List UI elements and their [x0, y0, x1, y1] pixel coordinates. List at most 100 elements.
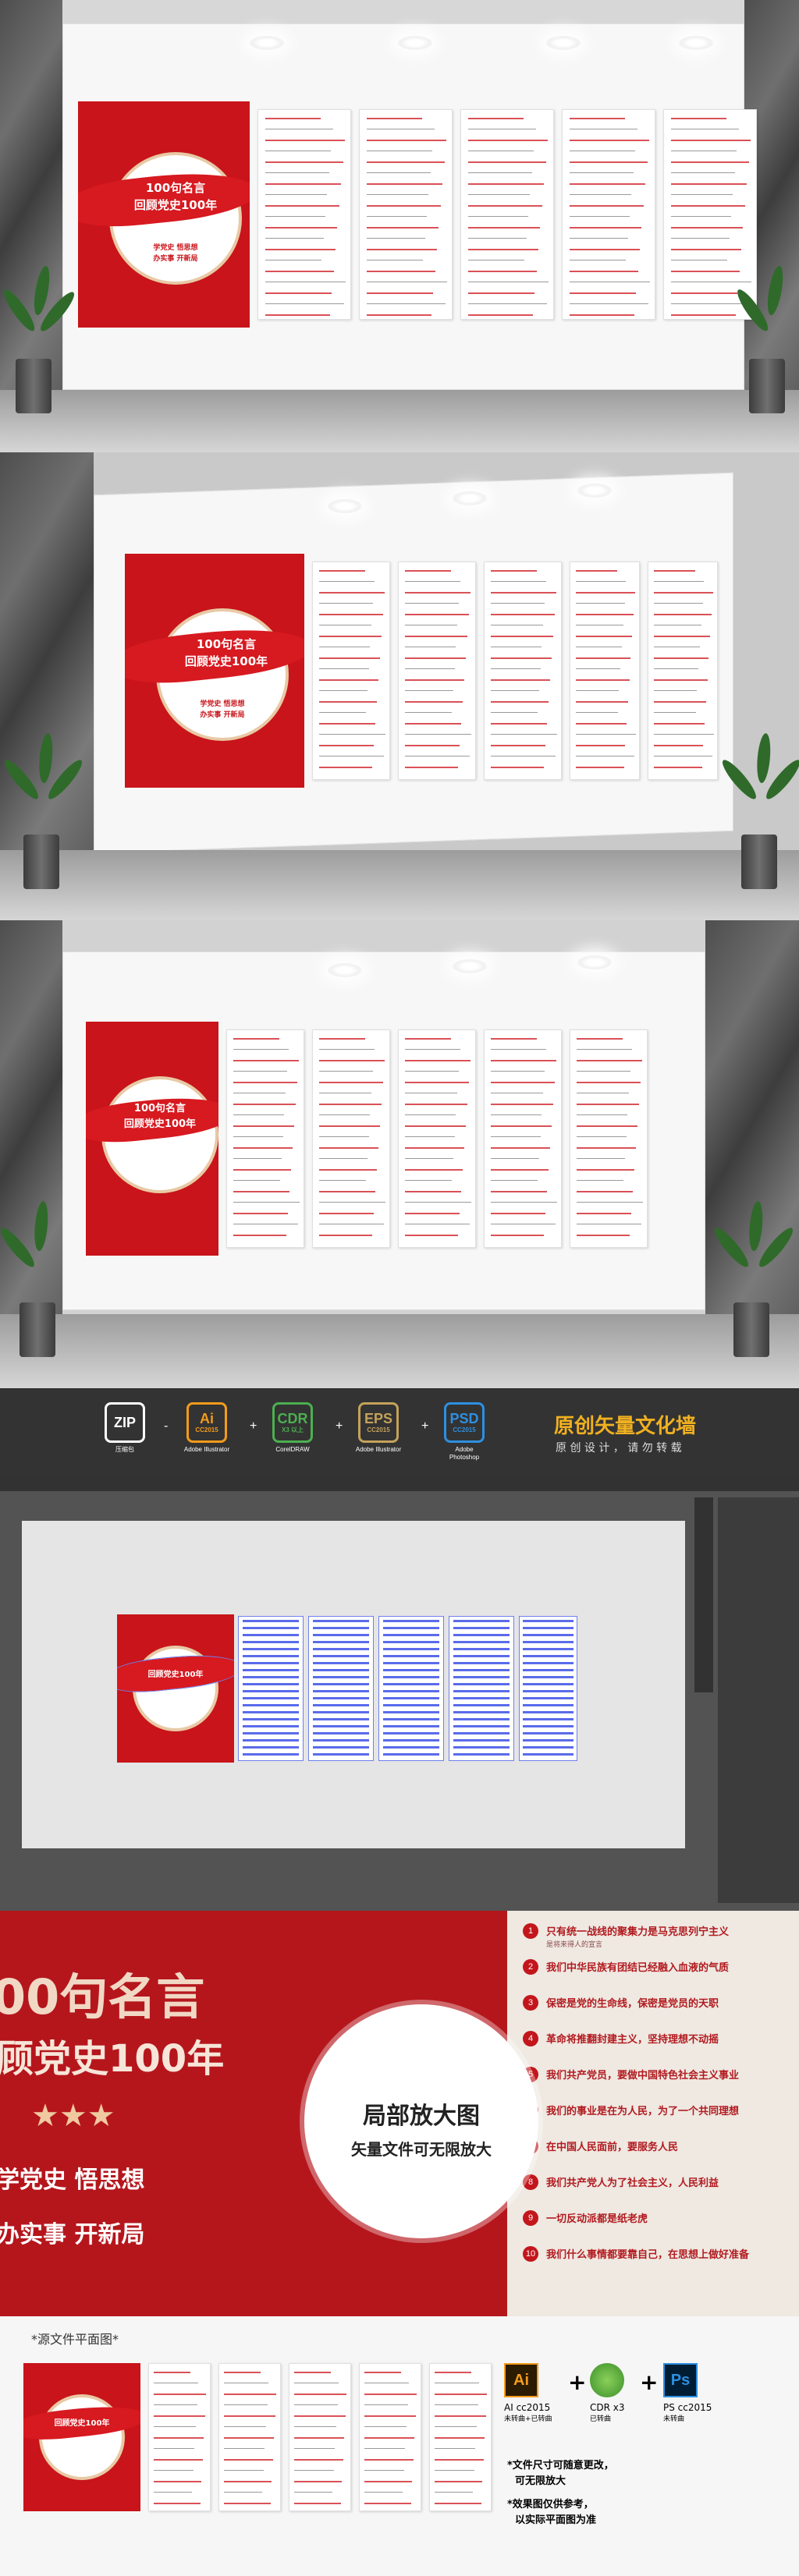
text-line — [468, 292, 535, 294]
format-zip-label: 压缩包 — [115, 1446, 134, 1453]
plant-right — [702, 1170, 799, 1357]
selected-text-line — [382, 1627, 440, 1629]
ps-icon: Ps — [663, 2363, 698, 2397]
plus-sign: + — [421, 1419, 429, 1433]
text-line — [318, 701, 378, 703]
zoom-slogan-1: 学党史 悟思想 — [0, 2167, 145, 2194]
text-line — [404, 767, 459, 768]
text-line — [224, 2470, 264, 2471]
text-line — [576, 657, 631, 659]
selected-text-line — [453, 1753, 510, 1756]
text-line — [435, 2426, 478, 2427]
selected-text-line — [453, 1620, 510, 1622]
text-line — [404, 603, 460, 604]
text-line — [318, 668, 369, 669]
text-line — [576, 712, 618, 713]
text-line — [265, 292, 332, 294]
text-line — [224, 2437, 275, 2439]
text-line — [576, 756, 634, 757]
text-line — [154, 2470, 194, 2471]
text-line — [364, 2426, 407, 2427]
minus-sign: - — [164, 1419, 169, 1433]
selected-text-line — [312, 1634, 370, 1636]
selected-text-line — [242, 1739, 300, 1742]
text-line — [404, 1235, 459, 1236]
selected-column — [378, 1616, 444, 1761]
text-line — [404, 701, 463, 703]
text-line — [576, 1104, 640, 1105]
quote-column — [312, 562, 390, 780]
selected-text-line — [523, 1697, 574, 1699]
selected-text-line — [312, 1690, 370, 1692]
text-line — [265, 118, 321, 119]
selected-text-line — [453, 1718, 510, 1720]
text-line — [570, 238, 628, 239]
text-line — [654, 767, 702, 768]
plant-left — [0, 1170, 78, 1357]
format-headline: 原创矢量文化墙 — [554, 1415, 697, 1438]
panel-icons — [694, 1497, 713, 1692]
zip-icon: ZIP — [105, 1402, 145, 1443]
text-line — [224, 2503, 271, 2504]
spotlight — [453, 959, 487, 973]
ai-icon: Ai CC2015 — [186, 1402, 227, 1443]
text-line — [490, 1114, 542, 1115]
text-line — [576, 1049, 633, 1050]
text-line — [671, 172, 735, 173]
selected-text-line — [242, 1732, 300, 1734]
text-line — [576, 1071, 631, 1072]
selected-text-line — [523, 1718, 574, 1720]
text-line — [576, 636, 633, 637]
quote-text: 只有统一战线的聚集力是马克思列宁主义 — [546, 1926, 730, 1938]
quote-number: 4 — [523, 2031, 538, 2046]
text-line — [671, 118, 727, 119]
text-line — [490, 1038, 537, 1040]
selected-text-line — [523, 1627, 574, 1629]
selected-text-line — [453, 1627, 510, 1629]
text-line — [233, 1038, 279, 1040]
text-line — [367, 205, 441, 207]
selected-text-line — [382, 1753, 440, 1756]
layers-panel — [718, 1497, 799, 1903]
text-line — [318, 723, 376, 725]
text-line — [576, 1191, 634, 1192]
text-line — [404, 668, 455, 669]
text-line — [576, 668, 621, 669]
text-line — [367, 227, 439, 229]
selected-text-line — [312, 1627, 370, 1629]
text-line — [367, 172, 431, 173]
quote-column — [570, 1029, 648, 1248]
culture-wall-board: 100句名言 回顾党史100年 学党史 悟思想 办实事 开新局 — [125, 554, 718, 788]
quote-number: 10 — [523, 2246, 538, 2262]
selected-text-line — [523, 1746, 574, 1749]
plant-right — [718, 702, 799, 889]
text-line — [233, 1136, 283, 1137]
text-line — [224, 2404, 268, 2405]
text-line — [265, 172, 329, 173]
text-line — [576, 1202, 644, 1203]
text-line — [490, 1169, 549, 1171]
plus-sign: + — [568, 2369, 587, 2395]
format-bar: ZIP 压缩包 - Ai CC2015 Adobe Illustrator + C… — [0, 1388, 799, 1474]
cdr-format-label: CDR x3 — [590, 2402, 625, 2413]
text-line — [490, 1213, 546, 1214]
selected-text-line — [382, 1669, 440, 1671]
selected-text-line — [382, 1697, 440, 1699]
quote-column — [257, 109, 351, 320]
selected-text-line — [312, 1669, 370, 1671]
text-line — [318, 603, 374, 604]
text-line — [318, 1104, 382, 1105]
text-line — [576, 570, 617, 572]
text-line — [654, 756, 712, 757]
text-line — [435, 2415, 486, 2417]
text-line — [570, 216, 630, 217]
text-line — [468, 183, 545, 185]
text-line — [294, 2404, 338, 2405]
text-line — [404, 1158, 453, 1159]
selected-text-line — [312, 1620, 370, 1622]
text-line — [654, 745, 704, 746]
text-line — [490, 1104, 554, 1105]
text-line — [265, 140, 345, 141]
selected-text-line — [242, 1697, 300, 1699]
text-line — [576, 1213, 632, 1214]
